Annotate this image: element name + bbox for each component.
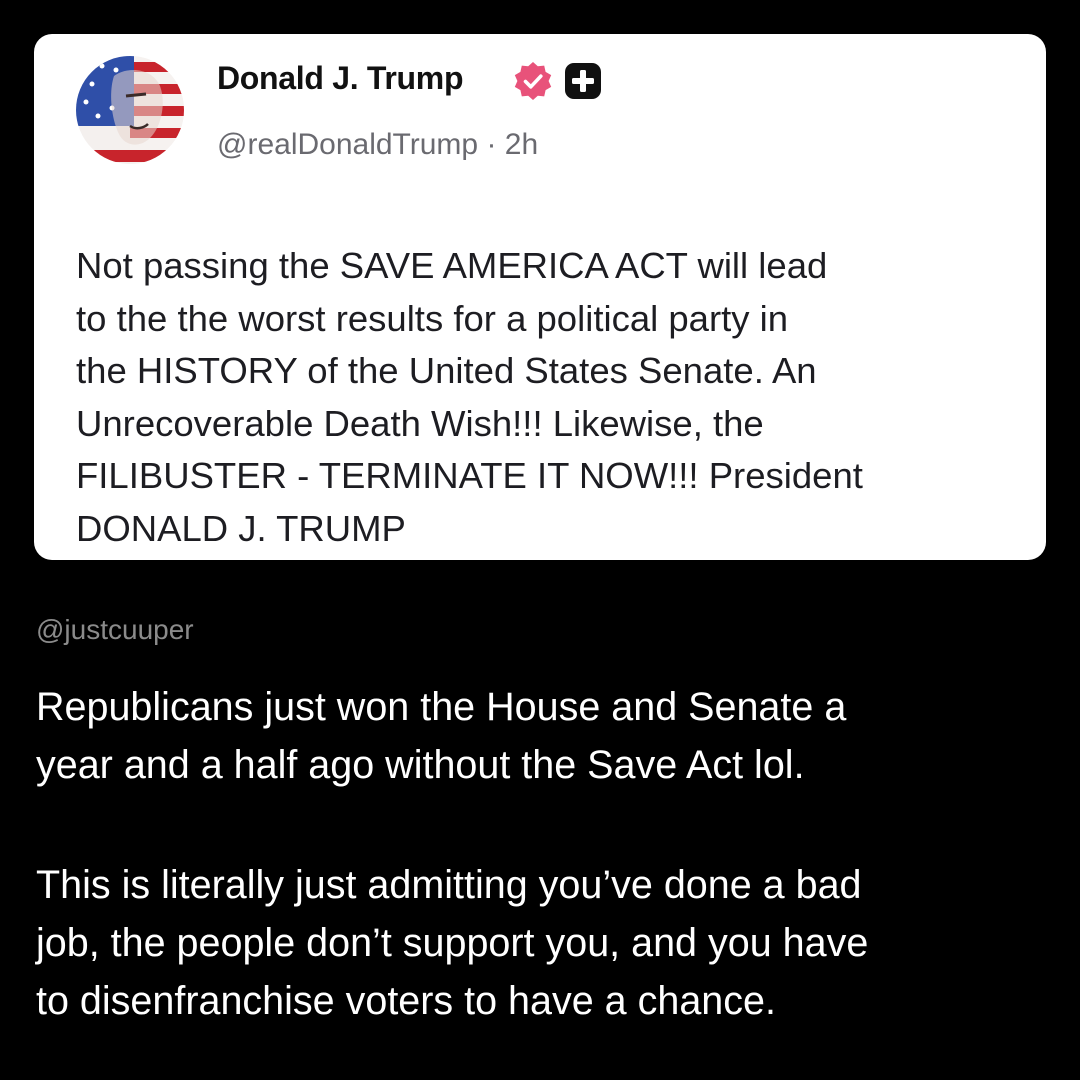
plus-badge-icon	[565, 63, 601, 99]
post-handle-timestamp: @realDonaldTrump · 2h	[217, 128, 539, 161]
post-body: Not passing the SAVE AMERICA ACT will le…	[76, 245, 863, 549]
avatar-image	[76, 56, 184, 164]
avatar[interactable]	[76, 56, 184, 164]
post-card: Donald J. Trump @realDonaldTrump · 2h No…	[34, 34, 1046, 560]
comment-paragraph: This is literally just admitting you’ve …	[36, 863, 869, 1023]
verified-badge-icon	[514, 62, 552, 100]
author-name[interactable]: Donald J. Trump	[217, 58, 464, 98]
commenter-handle: @justcuuper	[36, 614, 194, 645]
comment-paragraph: Republicans just won the House and Senat…	[36, 685, 847, 787]
